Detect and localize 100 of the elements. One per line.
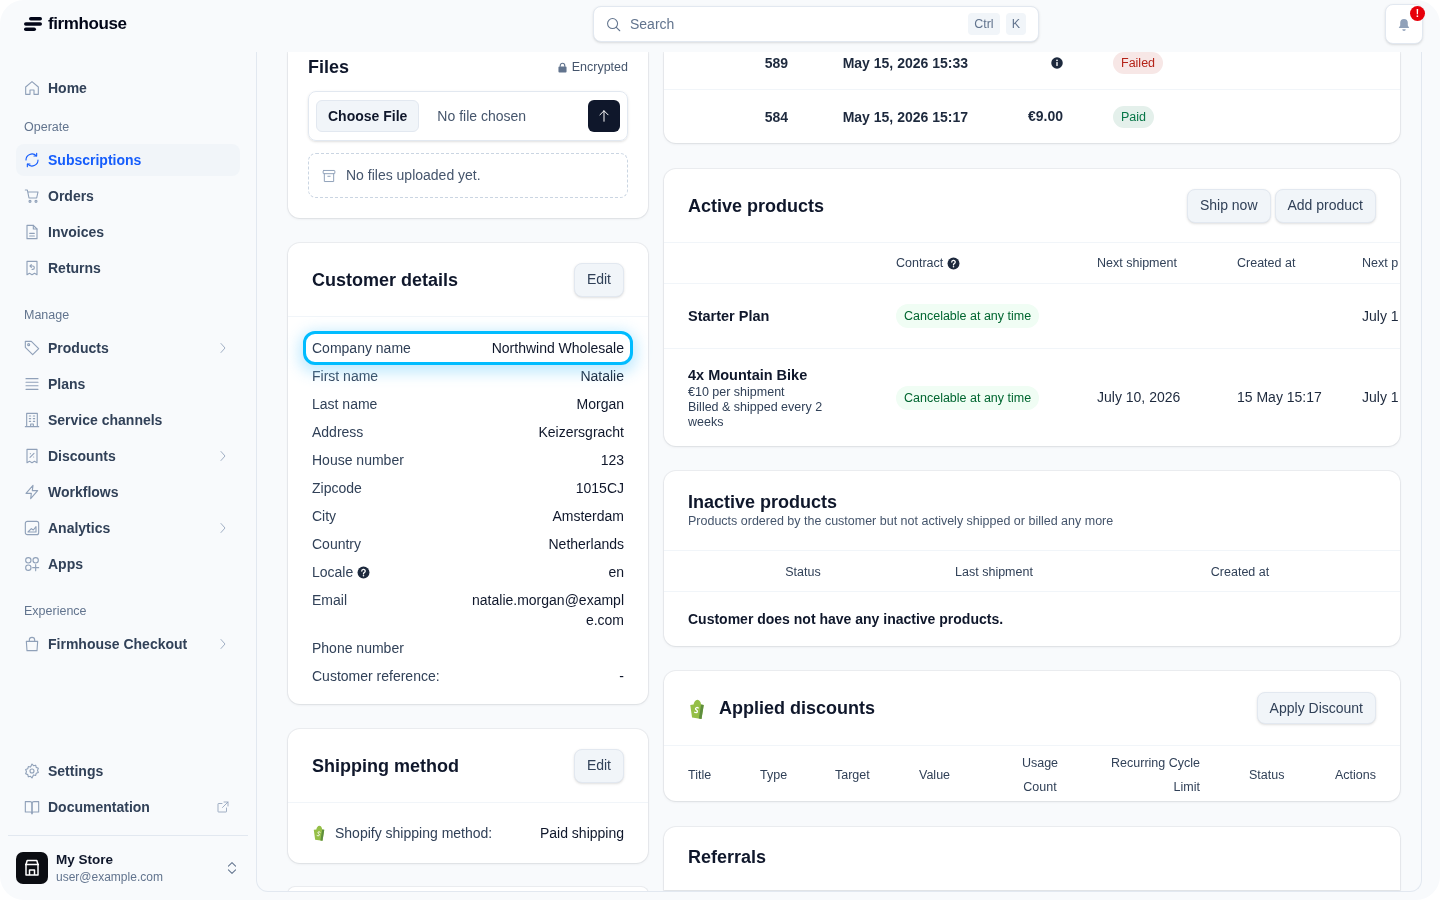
nav-item[interactable]: Apps: [16, 548, 240, 580]
field-label: Locale: [312, 563, 354, 582]
field-value: Amsterdam: [552, 507, 624, 526]
building-icon: [24, 412, 40, 428]
nav-item[interactable]: Home: [16, 72, 240, 104]
card-title: Inactive products: [688, 491, 838, 513]
field-value: natalie.morgan@example.com: [471, 591, 624, 630]
nav-item[interactable]: Settings: [16, 755, 240, 787]
column-header: Usage Count: [1021, 755, 1059, 794]
field-label: Shopify shipping method:: [335, 823, 493, 843]
logo-text: firmhouse: [48, 13, 127, 36]
nav-item[interactable]: Plans: [16, 368, 240, 400]
column-header: Contract: [896, 254, 944, 272]
field-value: 1015CJ: [575, 479, 624, 498]
shopping-bag-icon: [312, 825, 326, 841]
action-button[interactable]: Apply Discount: [1256, 692, 1376, 724]
lightning-icon: [24, 484, 40, 500]
nav-item[interactable]: Orders: [16, 180, 240, 212]
stacked-lines-icon: [24, 376, 40, 392]
column-header: Next p: [1362, 254, 1399, 272]
field-label: Company name: [312, 339, 411, 358]
column-header: Status: [785, 565, 821, 579]
table-cell: May 15, 2026 15:17: [842, 108, 968, 125]
choose-file-button[interactable]: Choose File: [316, 100, 420, 132]
account-email: user@example.com: [56, 869, 163, 885]
field-label: City: [312, 507, 337, 526]
notification-badge: !: [1410, 6, 1425, 21]
nav-item[interactable]: Firmhouse Checkout: [16, 628, 240, 660]
nav-item[interactable]: Documentation: [16, 791, 240, 823]
action-button[interactable]: Add product: [1274, 188, 1376, 223]
column-header: Type: [760, 767, 788, 782]
receipt-percent-icon: [24, 448, 40, 464]
file-status-text: No file chosen: [437, 106, 527, 126]
nav-item[interactable]: Subscriptions: [16, 144, 240, 176]
search-icon: [606, 17, 621, 32]
column-header: Value: [919, 767, 951, 782]
settings-icon: [24, 763, 40, 779]
card-title: Applied discounts: [719, 697, 875, 720]
table-cell-text: €9.00: [1027, 107, 1063, 126]
nav-item[interactable]: Analytics: [16, 512, 240, 544]
field-label: Email: [312, 591, 347, 610]
arrow-up-icon: [598, 109, 610, 123]
card-subtitle: Products ordered by the customer but not actively shipped or billed any more: [688, 513, 1114, 529]
table-cell: May 15, 2026 15:33: [842, 55, 968, 71]
nav-item[interactable]: Discounts: [16, 440, 240, 472]
contract-badge: Cancelable at any time: [896, 304, 1040, 328]
edit-button[interactable]: Edit: [573, 262, 624, 297]
upload-button[interactable]: [588, 100, 620, 132]
field-label: First name: [312, 367, 379, 386]
nav-item[interactable]: Service channels: [16, 404, 240, 436]
refresh-icon: [24, 152, 40, 168]
nav-item[interactable]: Products: [16, 332, 240, 364]
book-icon: [24, 799, 40, 815]
file-input-field[interactable]: Choose File No file chosen: [308, 91, 628, 141]
column-header: Created at: [1237, 254, 1296, 272]
account-name: My Store: [56, 851, 113, 869]
bag-icon: [24, 636, 40, 652]
column-header: Created at: [1210, 565, 1270, 579]
card-title: Files: [308, 56, 350, 79]
column-header: Next shipment: [1097, 254, 1177, 272]
shopping-bag-icon: [688, 699, 706, 719]
field-label: Phone number: [312, 639, 404, 658]
card-title: Shipping method: [312, 754, 459, 778]
product-detail: €10 per shipment: [688, 385, 785, 400]
field-value: Keizersgracht: [538, 423, 624, 442]
bell-icon: [1397, 16, 1411, 32]
table-cell: 584: [764, 108, 788, 125]
field-label: Country: [312, 535, 362, 554]
tag-icon: [24, 340, 40, 356]
chevron-updown-icon[interactable]: [226, 861, 238, 875]
field-value: Paid shipping: [539, 823, 624, 843]
info-icon: [1051, 57, 1063, 69]
lock-icon: [557, 61, 567, 73]
column-header: Status: [1249, 767, 1285, 782]
field-label: Address: [312, 423, 364, 442]
field-value: -: [619, 667, 624, 686]
product-name: Starter Plan: [688, 307, 770, 326]
nav-item[interactable]: Invoices: [16, 216, 240, 248]
product-detail: Billed & shipped every 2 weeks: [688, 400, 824, 430]
status-badge: Failed: [1113, 52, 1164, 74]
field-value: Netherlands: [548, 535, 624, 554]
column-header: Last shipment: [955, 565, 1033, 579]
field-value: Northwind Wholesale: [491, 339, 624, 358]
chart-icon: [24, 520, 40, 536]
field-label: House number: [312, 451, 404, 470]
help-icon: [357, 565, 371, 579]
nav-item[interactable]: Returns: [16, 252, 240, 284]
field-value: 123: [600, 451, 624, 470]
table-cell-text: July 10, 2026: [1097, 388, 1181, 407]
stacked-bars-icon: [24, 17, 42, 31]
action-button[interactable]: Ship now: [1186, 188, 1271, 223]
notifications-button[interactable]: !: [1385, 4, 1423, 44]
store-icon: [16, 852, 48, 884]
column-header: Target: [835, 767, 870, 782]
nav-item[interactable]: Workflows: [16, 476, 240, 508]
field-value: Natalie: [580, 367, 624, 386]
table-cell: 589: [764, 55, 788, 71]
empty-state-text: No files uploaded yet.: [346, 166, 481, 185]
edit-button[interactable]: Edit: [573, 748, 624, 783]
encryption-label: Encrypted: [571, 58, 628, 76]
